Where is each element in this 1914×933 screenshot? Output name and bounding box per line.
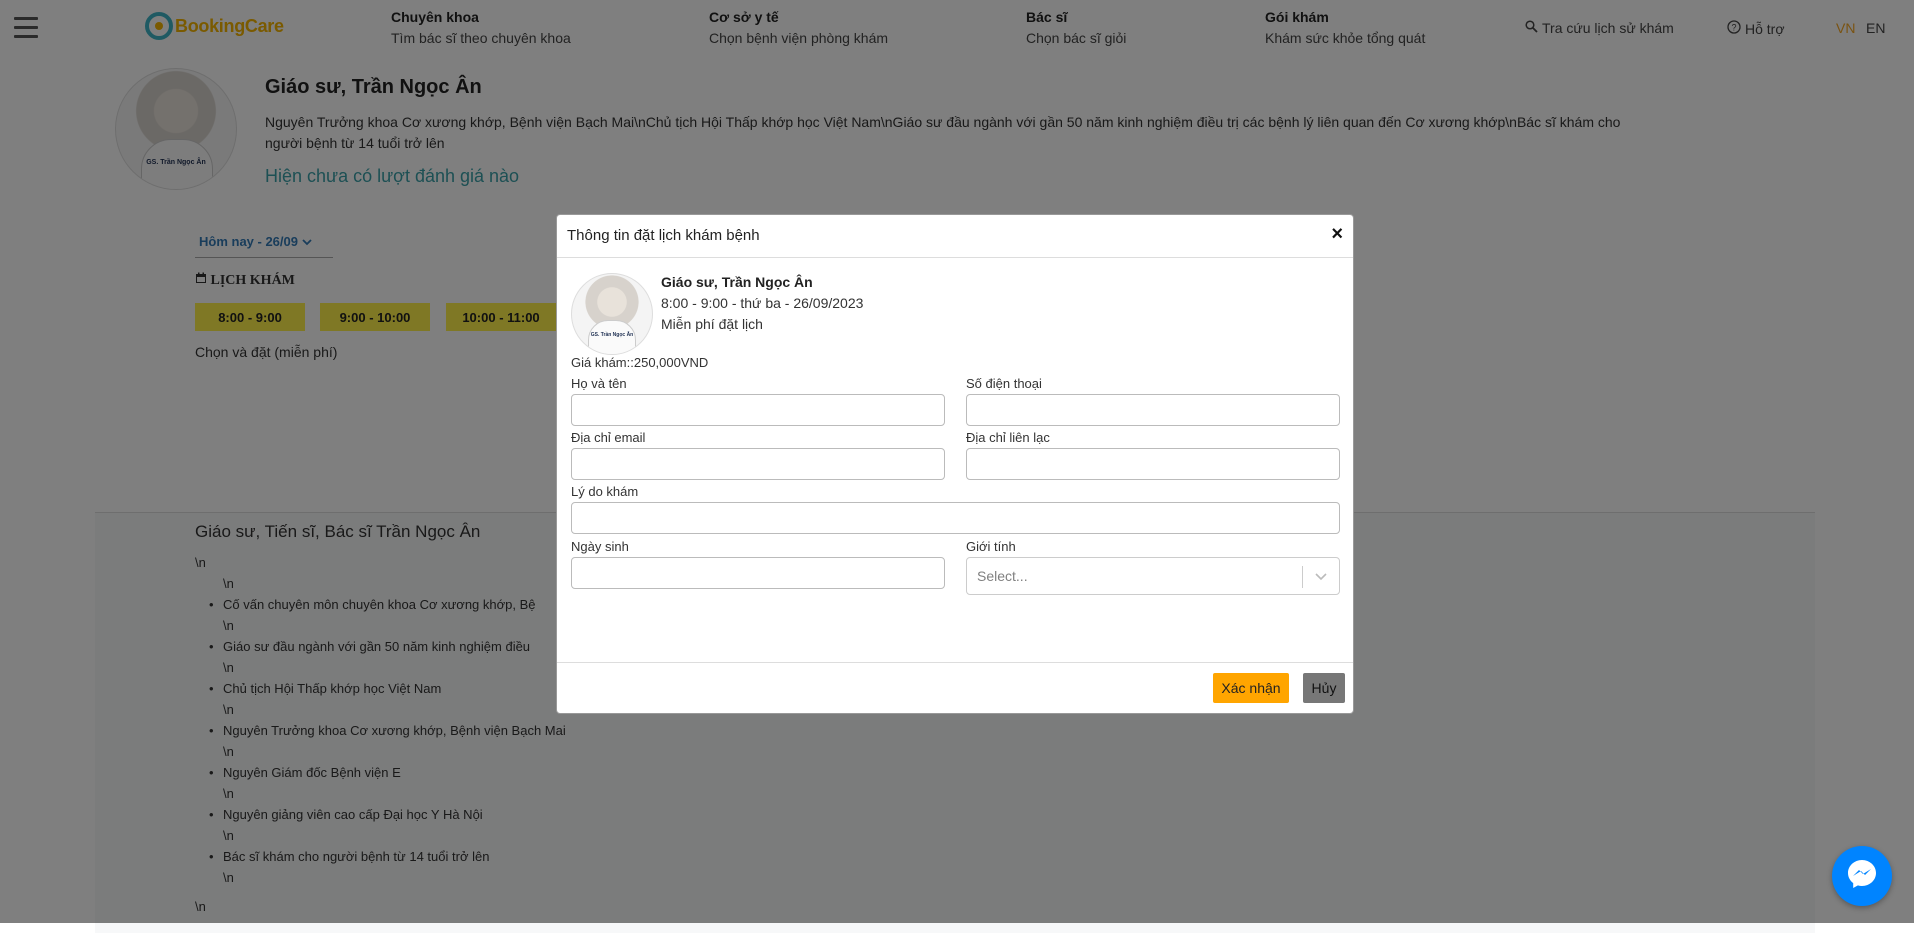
phone-input[interactable] bbox=[966, 394, 1340, 426]
free-booking-text: Miễn phí đặt lịch bbox=[661, 316, 763, 332]
modal-title: Thông tin đặt lịch khám bệnh bbox=[567, 227, 760, 244]
cancel-button[interactable]: Hủy bbox=[1303, 673, 1345, 703]
reason-input[interactable] bbox=[571, 502, 1340, 534]
chevron-down-icon[interactable] bbox=[1313, 566, 1329, 591]
modal-doctor-avatar: GS. Trần Ngọc Ân bbox=[571, 273, 653, 355]
full-name-input[interactable] bbox=[571, 394, 945, 426]
modal-footer-divider bbox=[557, 662, 1353, 663]
messenger-icon bbox=[1845, 857, 1879, 896]
avatar-caption: GS. Trần Ngọc Ân bbox=[590, 332, 634, 338]
email-label: Địa chỉ email bbox=[571, 430, 646, 445]
phone-label: Số điện thoại bbox=[966, 376, 1042, 391]
gender-select[interactable]: Select... bbox=[966, 557, 1340, 595]
close-icon[interactable]: × bbox=[1331, 223, 1343, 246]
price-text: Giá khám::250,000VND bbox=[571, 355, 709, 370]
birthday-label: Ngày sinh bbox=[571, 539, 629, 554]
address-label: Địa chỉ liên lạc bbox=[966, 430, 1050, 445]
page: BookingCare Chuyên khoa Tìm bác sĩ theo … bbox=[0, 0, 1914, 933]
reason-label: Lý do khám bbox=[571, 484, 639, 499]
full-name-label: Họ và tên bbox=[571, 376, 627, 391]
modal-header: Thông tin đặt lịch khám bệnh × bbox=[557, 215, 1353, 258]
booking-modal: Thông tin đặt lịch khám bệnh × GS. Trần … bbox=[556, 214, 1354, 714]
birthday-input[interactable] bbox=[571, 557, 945, 589]
messenger-button[interactable] bbox=[1832, 846, 1892, 906]
booking-time: 8:00 - 9:00 - thứ ba - 26/09/2023 bbox=[661, 295, 864, 311]
modal-doctor-name: Giáo sư, Trần Ngọc Ân bbox=[661, 274, 813, 290]
gender-select-placeholder: Select... bbox=[977, 568, 1028, 584]
select-separator bbox=[1302, 566, 1303, 588]
email-input[interactable] bbox=[571, 448, 945, 480]
address-input[interactable] bbox=[966, 448, 1340, 480]
confirm-button[interactable]: Xác nhận bbox=[1213, 673, 1289, 703]
gender-label: Giới tính bbox=[966, 539, 1016, 554]
